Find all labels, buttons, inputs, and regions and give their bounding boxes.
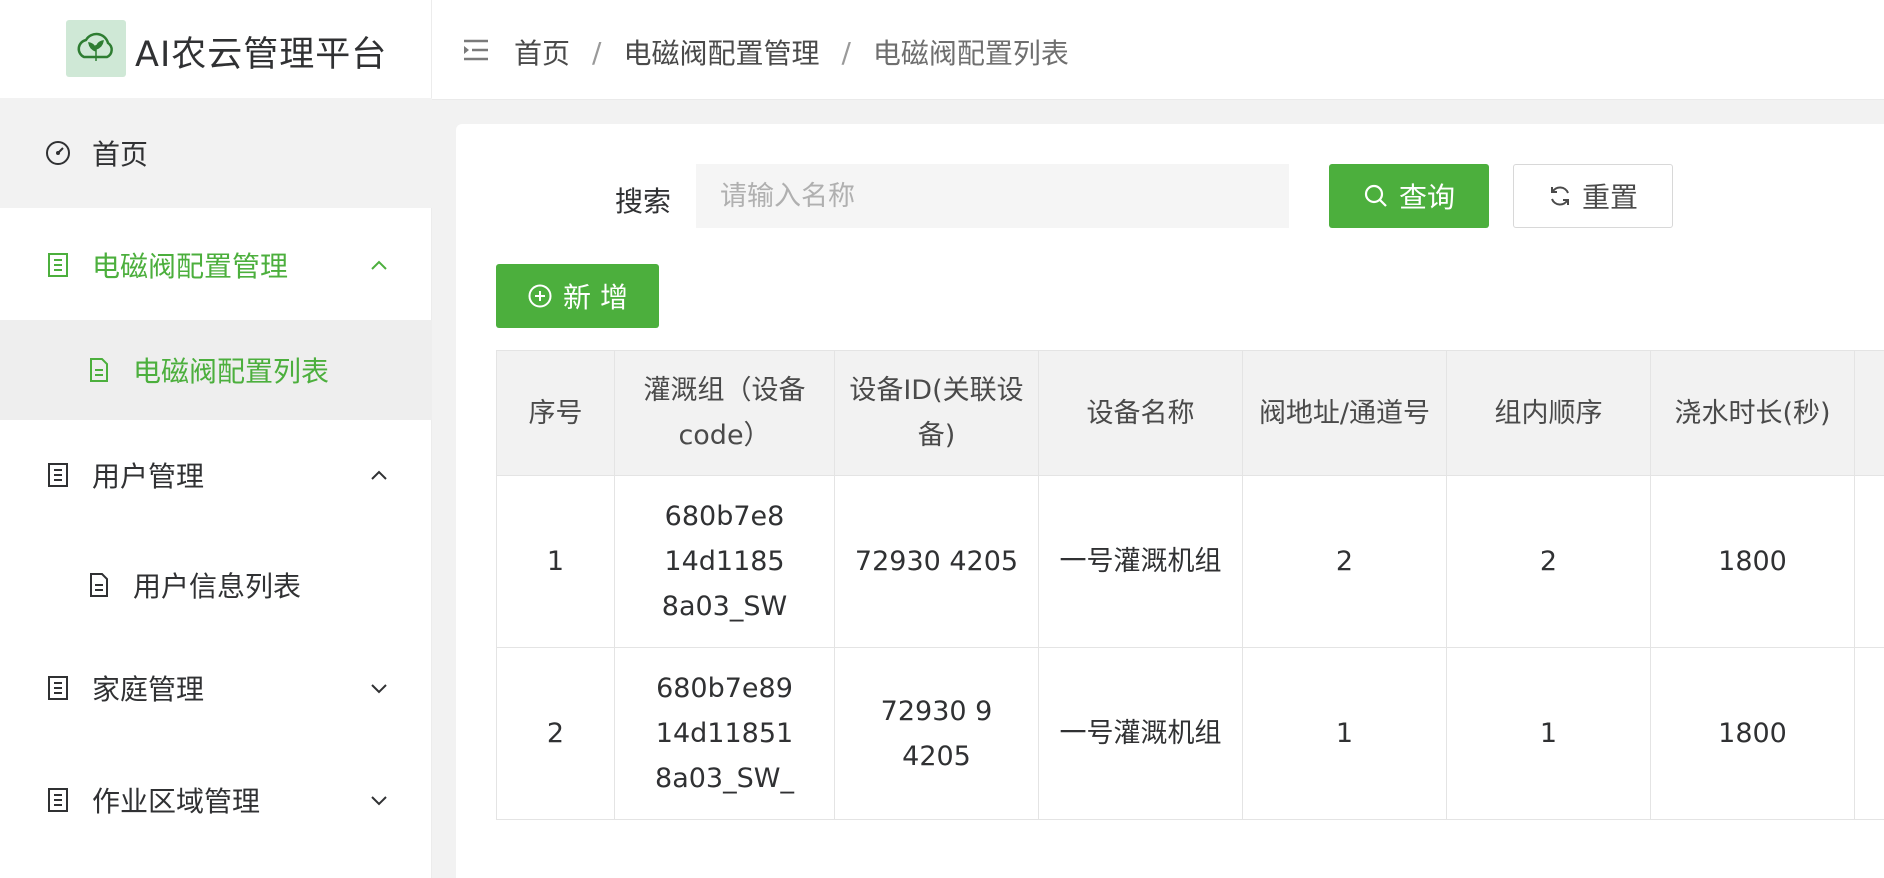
- cell-device-name: 一号灌溉机组: [1038, 475, 1243, 648]
- valve-config-table: 序号 灌溉组（设备code） 设备ID(关联设备) 设备名称 阀地址/通道号 组…: [496, 350, 1884, 820]
- cell-order: 1: [1446, 647, 1651, 820]
- cell-index: 1: [496, 475, 615, 648]
- sidebar-item-label: 电磁阀配置管理: [92, 250, 289, 283]
- column-header-order: 组内顺序: [1446, 350, 1651, 476]
- cell-device-name: 一号灌溉机组: [1038, 647, 1243, 820]
- plus-circle-icon: [528, 284, 552, 308]
- sidebar-item-label: 用户管理: [92, 460, 205, 493]
- cell-duration: 1800: [1650, 475, 1855, 648]
- breadcrumb-separator: /: [592, 35, 602, 69]
- column-header-index: 序号: [496, 350, 615, 476]
- app-logo-area: AI农云管理平台: [0, 0, 432, 98]
- sidebar-item-label: 家庭管理: [92, 673, 205, 706]
- column-header-device-id: 设备ID(关联设备): [834, 350, 1039, 476]
- cell-address: 2: [1242, 475, 1447, 648]
- sidebar-item-label: 首页: [92, 138, 149, 171]
- document-icon: [86, 357, 112, 383]
- sidebar-item-work-area-management[interactable]: 作业区域管理: [0, 745, 432, 855]
- sidebar-item-label: 电磁阀配置列表: [133, 355, 330, 388]
- query-button[interactable]: 查询: [1329, 164, 1489, 228]
- search-icon: [1364, 184, 1387, 207]
- chevron-down-icon[interactable]: [368, 677, 390, 699]
- chevron-down-icon[interactable]: [368, 789, 390, 811]
- cell-more: [1854, 475, 1884, 648]
- sidebar-item-home[interactable]: 首页: [0, 98, 432, 208]
- content-card: 搜索 查询 重置 新 增 序号: [456, 124, 1884, 878]
- column-header-group-code: 灌溉组（设备code）: [614, 350, 835, 476]
- app-title: AI农云管理平台: [135, 35, 388, 75]
- add-button[interactable]: 新 增: [496, 264, 659, 328]
- table-header-row: 序号 灌溉组（设备code） 设备ID(关联设备) 设备名称 阀地址/通道号 组…: [496, 350, 1884, 476]
- sidebar-item-user-management[interactable]: 用户管理: [0, 420, 432, 530]
- search-label: 搜索: [615, 185, 672, 218]
- column-header-address: 阀地址/通道号: [1242, 350, 1447, 476]
- sidebar-item-user-info-list[interactable]: 用户信息列表: [0, 530, 432, 640]
- sidebar: AI农云管理平台 首页 电磁阀配置管理 电磁阀配置列表 用户管理 用户信息列表 …: [0, 0, 432, 878]
- top-header: 首页 / 电磁阀配置管理 / 电磁阀配置列表: [432, 0, 1884, 100]
- list-icon: [45, 252, 71, 278]
- sidebar-item-family-management[interactable]: 家庭管理: [0, 633, 432, 743]
- cell-device-id: 72930 4205: [834, 475, 1039, 648]
- breadcrumb-current: 电磁阀配置列表: [872, 37, 1069, 70]
- cell-device-id: 72930 9 4205: [834, 647, 1039, 820]
- cell-group-code: 680b7e8 14d1185 8a03_SW: [614, 475, 835, 648]
- breadcrumb: 首页 / 电磁阀配置管理 / 电磁阀配置列表: [514, 32, 1069, 72]
- chevron-up-icon[interactable]: [368, 464, 390, 486]
- column-header-more: [1854, 350, 1884, 476]
- breadcrumb-separator: /: [841, 35, 851, 69]
- column-header-duration: 浇水时长(秒): [1650, 350, 1855, 476]
- reset-button[interactable]: 重置: [1513, 164, 1673, 228]
- menu-fold-icon[interactable]: [462, 38, 490, 62]
- sidebar-item-label: 作业区域管理: [92, 785, 261, 818]
- breadcrumb-valve-config[interactable]: 电磁阀配置管理: [623, 32, 819, 72]
- cell-more: [1854, 647, 1884, 820]
- reset-button-label: 重置: [1581, 181, 1638, 214]
- list-icon: [45, 462, 71, 488]
- document-icon: [86, 572, 112, 598]
- add-button-label: 新 增: [563, 281, 628, 314]
- table-row[interactable]: 2 680b7e89 14d11851 8a03_SW_ 72930 9 420…: [496, 647, 1884, 820]
- cell-order: 2: [1446, 475, 1651, 648]
- cell-group-code: 680b7e89 14d11851 8a03_SW_: [614, 647, 835, 820]
- main-content: 搜索 查询 重置 新 增 序号: [432, 100, 1884, 878]
- refresh-icon: [1550, 186, 1569, 206]
- breadcrumb-home[interactable]: 首页: [514, 32, 570, 72]
- query-button-label: 查询: [1398, 181, 1455, 214]
- list-icon: [45, 787, 71, 813]
- dashboard-icon: [45, 140, 71, 166]
- sidebar-item-label: 用户信息列表: [133, 570, 302, 603]
- table-row[interactable]: 1 680b7e8 14d1185 8a03_SW 72930 4205 一号灌…: [496, 475, 1884, 648]
- cell-address: 1: [1242, 647, 1447, 820]
- sidebar-item-valve-config[interactable]: 电磁阀配置管理: [0, 210, 432, 320]
- cell-duration: 1800: [1650, 647, 1855, 820]
- list-icon: [45, 675, 71, 701]
- chevron-up-icon[interactable]: [368, 254, 390, 276]
- sidebar-item-valve-config-list[interactable]: 电磁阀配置列表: [0, 320, 432, 420]
- app-root: AI农云管理平台 首页 电磁阀配置管理 电磁阀配置列表 用户管理 用户信息列表 …: [0, 0, 1884, 878]
- logo-icon: [66, 20, 126, 77]
- cell-index: 2: [496, 647, 615, 820]
- column-header-device-name: 设备名称: [1038, 350, 1243, 476]
- search-input[interactable]: [696, 164, 1289, 228]
